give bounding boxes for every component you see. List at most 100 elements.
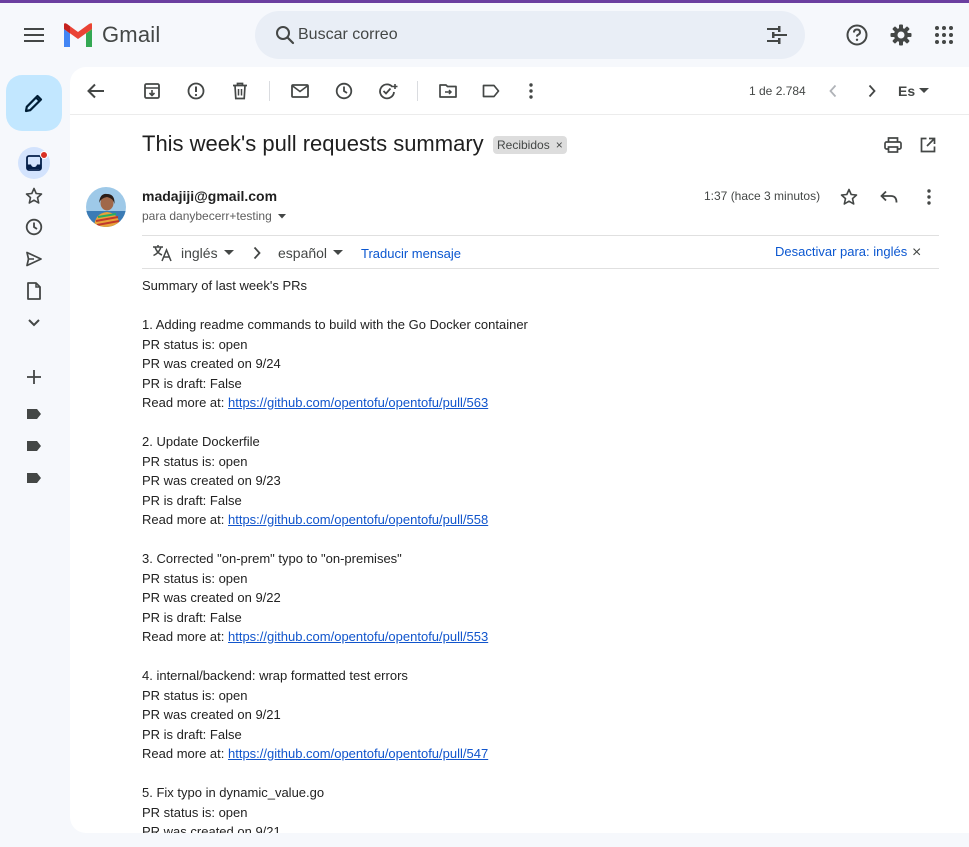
star-message-icon[interactable] xyxy=(829,177,869,217)
label-tag-icon xyxy=(27,409,41,419)
caret-down-icon xyxy=(919,88,930,93)
archive-icon[interactable] xyxy=(132,71,172,111)
add-to-tasks-icon[interactable] xyxy=(368,71,408,111)
compose-button[interactable] xyxy=(6,75,62,131)
app-name: Gmail xyxy=(102,22,161,47)
labels-tag-icon[interactable] xyxy=(471,71,511,111)
message-toolbar: 1 de 2.784 Es xyxy=(70,67,969,115)
pr-link[interactable]: https://github.com/opentofu/opentofu/pul… xyxy=(228,746,488,761)
label-tag-icon xyxy=(27,441,41,451)
close-translation-icon[interactable]: × xyxy=(912,236,921,270)
caret-down-icon xyxy=(277,213,286,218)
pr-status: PR status is: open xyxy=(142,570,248,586)
search-bar[interactable] xyxy=(255,11,805,59)
pr-title: 4. internal/backend: wrap formatted test… xyxy=(142,668,408,683)
pr-status: PR status is: open xyxy=(142,336,248,352)
newer-chevron-left-icon[interactable] xyxy=(813,71,853,111)
pr-created: PR was created on 9/22 xyxy=(142,590,281,605)
body-intro: Summary of last week's PRs xyxy=(142,278,308,293)
pr-created: PR was created on 9/21 xyxy=(142,707,281,722)
target-language: español xyxy=(278,245,328,261)
gmail-logo[interactable]: Gmail xyxy=(62,21,160,49)
snoozed-nav[interactable] xyxy=(14,211,54,243)
pr-read-more: Read more at: https://github.com/opentof… xyxy=(142,512,489,527)
pr-link[interactable]: https://github.com/opentofu/opentofu/pul… xyxy=(228,512,488,527)
older-chevron-right-icon[interactable] xyxy=(852,71,892,111)
input-language-label: Es xyxy=(898,83,916,99)
draft-document-icon xyxy=(27,282,41,300)
sender-avatar[interactable] xyxy=(86,187,126,227)
caret-down-icon xyxy=(333,250,344,255)
toolbar-divider xyxy=(417,81,418,101)
create-label-button[interactable] xyxy=(14,361,54,393)
hamburger-icon xyxy=(24,28,44,42)
pr-link[interactable]: https://github.com/opentofu/opentofu/pul… xyxy=(228,395,488,410)
print-icon[interactable] xyxy=(873,125,913,165)
pr-read-more: Read more at: https://github.com/opentof… xyxy=(142,629,489,644)
toolbar-divider xyxy=(269,81,270,101)
delete-trash-icon[interactable] xyxy=(220,71,260,111)
message-time: 1:37 (hace 3 minutos) xyxy=(704,189,821,203)
translate-icon xyxy=(152,236,172,270)
source-language: inglés xyxy=(181,245,218,261)
snooze-clock-icon[interactable] xyxy=(324,71,364,111)
pr-read-more: Read more at: https://github.com/opentof… xyxy=(142,395,489,410)
pr-title: 1. Adding readme commands to build with … xyxy=(142,317,528,332)
sent-nav[interactable] xyxy=(14,243,54,275)
back-arrow-icon[interactable] xyxy=(76,71,116,111)
inbox-nav[interactable] xyxy=(18,147,50,179)
pr-title: 5. Fix typo in dynamic_value.go xyxy=(142,785,325,800)
starred-nav[interactable] xyxy=(14,180,54,212)
pr-created: PR was created on 9/23 xyxy=(142,473,281,488)
apps-grid-icon[interactable] xyxy=(924,15,964,55)
pagination-count: 1 de 2.784 xyxy=(749,84,806,98)
open-new-window-icon[interactable] xyxy=(908,125,948,165)
label-nav-1[interactable] xyxy=(14,398,54,430)
mark-unread-mail-icon[interactable] xyxy=(280,71,320,111)
app-header: Gmail xyxy=(0,3,969,67)
message-more-options-icon[interactable] xyxy=(909,177,949,217)
inbox-label-chip[interactable]: Recibidos × xyxy=(493,136,567,154)
reply-arrow-icon[interactable] xyxy=(869,177,909,217)
email-subject: This week's pull requests summary xyxy=(142,131,484,156)
remove-label-close-icon[interactable]: × xyxy=(556,138,563,152)
pr-draft: PR is draft: False xyxy=(142,492,242,508)
chevron-down-icon xyxy=(28,319,40,327)
search-options-icon[interactable] xyxy=(757,15,797,55)
disable-translation-link[interactable]: Desactivar para: inglés xyxy=(775,234,907,268)
label-tag-icon xyxy=(27,473,41,483)
more-options-vertical-icon[interactable] xyxy=(511,71,551,111)
report-spam-icon[interactable] xyxy=(176,71,216,111)
translation-bar: inglés español Traducir mensaje Desactiv… xyxy=(142,235,939,269)
main-menu-button[interactable] xyxy=(14,15,54,55)
search-input[interactable] xyxy=(298,23,738,47)
message-body: Summary of last week's PRs 1. Adding rea… xyxy=(142,276,922,833)
pr-status: PR status is: open xyxy=(142,804,248,820)
translate-message-link[interactable]: Traducir mensaje xyxy=(361,236,461,270)
gmail-m-icon xyxy=(64,23,92,47)
chevron-right-icon xyxy=(252,236,262,270)
help-icon[interactable] xyxy=(837,15,877,55)
sender-email[interactable]: madajiji@gmail.com xyxy=(142,188,277,204)
source-language-dropdown[interactable]: inglés xyxy=(181,236,234,270)
settings-gear-icon[interactable] xyxy=(881,15,921,55)
caret-down-icon xyxy=(223,250,234,255)
more-nav[interactable] xyxy=(14,307,54,339)
pr-draft: PR is draft: False xyxy=(142,609,242,625)
drafts-nav[interactable] xyxy=(14,275,54,307)
label-nav-3[interactable] xyxy=(14,462,54,494)
recipient-details[interactable]: para danybecerr+testing xyxy=(142,209,286,223)
pencil-icon xyxy=(24,94,43,113)
inbox-icon xyxy=(26,155,42,171)
star-icon xyxy=(25,187,43,204)
label-nav-2[interactable] xyxy=(14,430,54,462)
label-chip-text: Recibidos xyxy=(497,138,550,152)
move-to-folder-icon[interactable] xyxy=(428,71,468,111)
pr-created: PR was created on 9/21 xyxy=(142,824,281,833)
pr-link[interactable]: https://github.com/opentofu/opentofu/pul… xyxy=(228,629,488,644)
input-language-selector[interactable]: Es xyxy=(898,79,930,103)
unread-indicator xyxy=(40,151,48,159)
pr-created: PR was created on 9/24 xyxy=(142,356,281,371)
pr-title: 2. Update Dockerfile xyxy=(142,434,260,449)
target-language-dropdown[interactable]: español xyxy=(278,236,344,270)
